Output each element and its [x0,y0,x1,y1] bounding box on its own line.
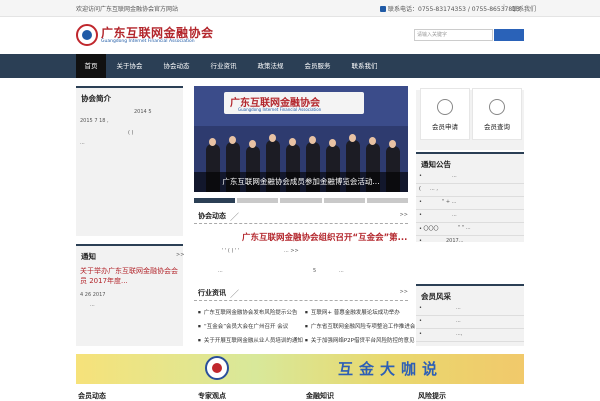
contact-link[interactable]: 联系我们 [512,4,536,13]
member-row[interactable]: •... [416,315,524,329]
carousel-indicators [194,198,409,203]
carousel-dot[interactable] [194,198,236,203]
intro-line: 2014 5 [134,109,152,115]
notice-row[interactable]: • 2017... [416,235,524,248]
member-apply-button[interactable]: 会员申请 [420,88,470,140]
news-section-title: 协会动态 [198,212,226,220]
carousel-caption[interactable]: 广东互联网金融协会成员参加金融博览会活动... [194,172,408,192]
member-row[interactable]: •..., [416,328,524,342]
nav-item-home[interactable]: 首页 [76,54,106,78]
list-item[interactable]: 广东省互联网金融风险专项整治工作推进会 [305,322,416,330]
nav-item-policy[interactable]: 政策法规 [247,54,294,78]
member-title: 会员风采 [421,292,451,301]
news-headline[interactable]: 广东互联网金融协会组织召开“互金会”第... [242,231,407,243]
top-bar: 欢迎访问广东互联网金融协会官方网站 联系电话：0755-83174353 / 0… [0,0,600,17]
left-notice-extra: ... [90,302,95,308]
phone-info: 联系电话：0755-83174353 / 0755-86537813 [380,4,520,13]
list-item[interactable]: 关于开展互联网金融从业人员培训的通知 [198,336,303,344]
nav-item-contact[interactable]: 联系我们 [341,54,388,78]
notice-panel: 通知公告 •... (... , • " + ... •... • 〇〇〇 " " … [416,152,524,244]
intro-line: ( ) [128,130,134,136]
industry-section-title: 行业资讯 [198,289,226,297]
nav-item-industry[interactable]: 行业资讯 [200,54,247,78]
intro-more[interactable]: ... [80,140,85,146]
search-button[interactable] [494,29,524,41]
intro-panel: 协会简介 2014 5 2015 7 18 , ( ) ... [76,86,183,236]
pen-icon: ／ [230,290,240,300]
carousel-dot[interactable] [366,198,409,203]
banner-text: 互金大咖说 [338,360,444,378]
left-notice-link[interactable]: 关于举办广东互联网金融协会会员 2017年度... [80,266,180,286]
nav-item-news[interactable]: 协会动态 [153,54,200,78]
notice-title: 通知公告 [421,160,451,169]
news-meta: ' ' ( ) ' ' [222,248,240,254]
main-nav: 首页 关于协会 协会动态 行业资讯 政策法规 会员服务 联系我们 [0,54,600,78]
list-item[interactable]: 广东互联网金融协会发布风险提示公告 [198,308,298,316]
pen-icon: ／ [230,213,240,223]
member-panel: 会员风采 •... •... •..., [416,284,524,346]
news-read-more[interactable]: ... >> [284,248,299,254]
member-row[interactable]: •... [416,302,524,316]
news-meta: ... [339,268,344,274]
quick-link-label: 会员查询 [484,123,510,131]
left-notice-title: 通知 [81,252,96,261]
notice-left-panel: 通知 >> 关于举办广东互联网金融协会会员 2017年度... 4 26 201… [76,244,184,346]
list-item[interactable]: 互联网+ 普惠金融发展论坛成功举办 [305,308,400,316]
bottom-section-labels: 会员动态 专家观点 金融知识 风险提示 [0,390,600,400]
intro-title: 协会简介 [81,94,111,103]
logo-icon[interactable] [76,24,98,46]
left-notice-more[interactable]: >> [176,252,184,258]
news-meta: 5 [313,268,317,274]
logo-seal-icon [205,356,229,380]
pen-icon [437,99,453,115]
news-meta: ... [218,268,223,274]
intro-line: 2015 7 18 , [80,118,109,124]
quick-link-label: 会员申请 [432,123,458,131]
notice-row[interactable]: •... [416,170,524,184]
globe-icon [489,99,505,115]
phone-text: 联系电话：0755-83174353 / 0755-86537813 [388,6,520,13]
search-input[interactable]: 请输入关键字 [414,29,493,41]
nav-item-members[interactable]: 会员服务 [294,54,341,78]
carousel-dot[interactable] [280,198,322,203]
news-section-header: 协会动态 ／ >> [194,209,408,224]
notice-row[interactable]: (... , [416,183,524,197]
industry-more-link[interactable]: >> [400,289,408,295]
sign-subtitle: Guangdong Internet Financial Association [238,107,322,112]
phone-icon [380,6,386,12]
list-item[interactable]: 关于加强网络P2P借贷平台风险防控的意见 [305,336,415,344]
list-item[interactable]: “互金会”会员大会在广州召开 会议 [198,322,288,330]
carousel-dot[interactable] [323,198,365,203]
news-more-link[interactable]: >> [400,212,408,218]
promo-banner[interactable]: 互金大咖说 [76,354,524,384]
site-subtitle: Guangdong Internet Financial Association [101,39,195,44]
top-divider: | [503,4,506,11]
member-query-button[interactable]: 会员查询 [472,88,522,140]
carousel-dot[interactable] [237,198,279,203]
welcome-text: 欢迎访问广东互联网金融协会官方网站 [76,6,179,13]
notice-row[interactable]: •... [416,209,524,223]
notice-row[interactable]: • 〇〇〇 " " ... [416,222,524,236]
nav-item-about[interactable]: 关于协会 [106,54,153,78]
notice-row[interactable]: • " + ... [416,196,524,210]
industry-section-header: 行业资讯 ／ >> [194,286,408,301]
left-notice-date: 4 26 2017 [80,292,106,298]
